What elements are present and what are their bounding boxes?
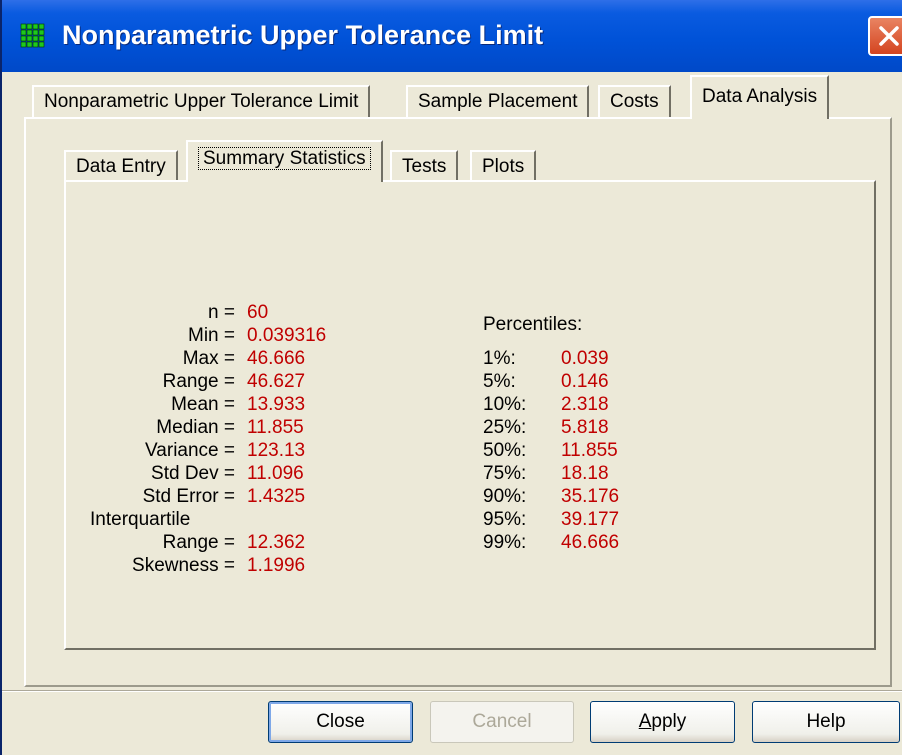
subtab-plots[interactable]: Plots	[470, 150, 537, 182]
apply-button[interactable]: Apply	[590, 701, 735, 743]
tab-costs[interactable]: Costs	[598, 85, 671, 119]
percentile-value: 0.039	[561, 348, 609, 369]
apply-label: pply	[651, 711, 687, 732]
stat-value-std-error: 1.4325	[247, 486, 306, 507]
close-window-button[interactable]	[868, 16, 902, 56]
stat-value-median: 11.855	[247, 417, 304, 438]
stat-label-mean: Mean =	[171, 394, 235, 415]
percentile-label: 75%:	[483, 463, 527, 484]
stat-value-min: 0.039316	[247, 325, 327, 346]
percentile-label: 25%:	[483, 417, 527, 438]
tab-nonparametric-utl[interactable]: Nonparametric Upper Tolerance Limit	[32, 85, 371, 119]
stat-label-min: Min =	[188, 325, 235, 346]
percentile-label: 5%:	[483, 371, 516, 392]
stat-label-std-error: Std Error =	[142, 486, 235, 507]
tab-sample-placement[interactable]: Sample Placement	[406, 85, 590, 119]
grid-app-icon	[17, 20, 49, 52]
percentile-label: 99%:	[483, 532, 527, 553]
cancel-button[interactable]: Cancel	[430, 701, 574, 743]
stat-value-mean: 13.933	[247, 394, 306, 415]
percentile-value: 0.146	[561, 371, 609, 392]
stat-label-median: Median =	[156, 417, 235, 438]
percentile-value: 18.18	[561, 463, 609, 484]
stat-label-skewness: Skewness =	[132, 555, 235, 576]
percentile-value: 5.818	[561, 417, 609, 438]
percentile-label: 50%:	[483, 440, 527, 461]
percentile-value: 35.176	[561, 486, 620, 507]
percentile-label: 90%:	[483, 486, 527, 507]
subtab-data-entry[interactable]: Data Entry	[64, 150, 178, 182]
percentile-value: 11.855	[561, 440, 618, 461]
percentile-label: 1%:	[483, 348, 516, 369]
stat-label-interquartile: Interquartile	[90, 509, 191, 530]
close-icon	[879, 26, 899, 46]
percentile-label: 95%:	[483, 509, 527, 530]
stat-value-variance: 123.13	[247, 440, 306, 461]
stat-value-max: 46.666	[247, 348, 306, 369]
apply-accelerator: A	[638, 711, 652, 732]
footer-separator	[2, 690, 902, 692]
stat-label-iqr-range: Range =	[162, 532, 235, 553]
stat-label-max: Max =	[182, 348, 235, 369]
percentile-value: 39.177	[561, 509, 620, 530]
stat-value-iqr-range: 12.362	[247, 532, 306, 553]
stat-value-skewness: 1.1996	[247, 555, 306, 576]
stat-value-range: 46.627	[247, 371, 306, 392]
percentiles-title: Percentiles:	[483, 314, 583, 335]
subtab-summary-statistics-label: Summary Statistics	[198, 147, 371, 170]
stat-value-n: 60	[247, 302, 269, 323]
title-bar[interactable]: Nonparametric Upper Tolerance Limit	[2, 0, 902, 72]
stat-label-range: Range =	[162, 371, 235, 392]
stat-label-n: n =	[208, 302, 235, 323]
window-title: Nonparametric Upper Tolerance Limit	[62, 20, 544, 50]
help-button[interactable]: Help	[752, 701, 900, 743]
stat-label-variance: Variance =	[145, 440, 235, 461]
close-button[interactable]: Close	[268, 701, 413, 743]
subtab-summary-statistics[interactable]: Summary Statistics	[186, 140, 383, 182]
subtab-tests[interactable]: Tests	[390, 150, 459, 182]
tab-data-analysis[interactable]: Data Analysis	[690, 75, 830, 119]
percentile-value: 46.666	[561, 532, 620, 553]
stat-value-std-dev: 11.096	[247, 463, 304, 484]
percentile-value: 2.318	[561, 394, 609, 415]
dialog-window: Nonparametric Upper Tolerance Limit Nonp…	[0, 0, 902, 755]
stat-label-std-dev: Std Dev =	[151, 463, 235, 484]
percentile-label: 10%:	[483, 394, 527, 415]
